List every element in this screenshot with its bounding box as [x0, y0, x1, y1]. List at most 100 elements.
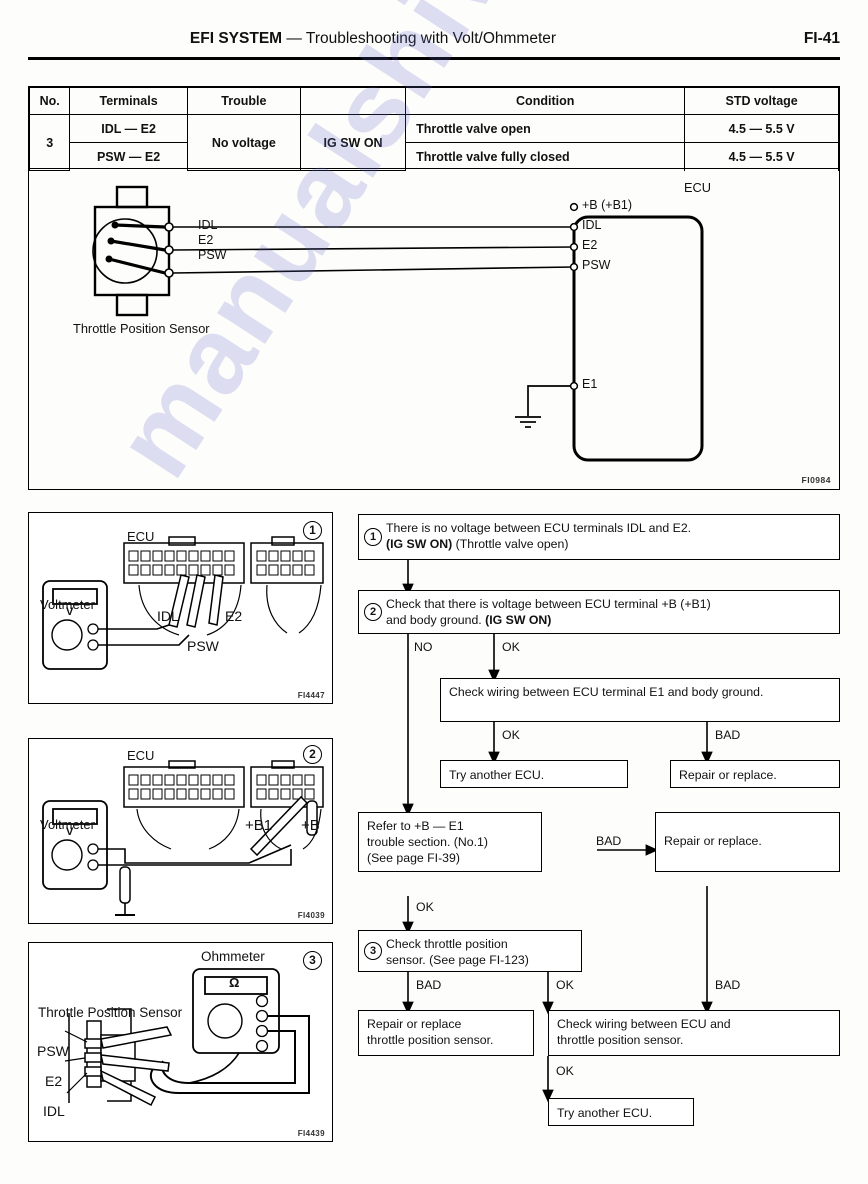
- col-blank: [299, 87, 407, 115]
- branch-label-bad-4: BAD: [715, 978, 741, 992]
- flow-refer-line3: (See page FI-39): [367, 851, 460, 866]
- illustration-box-1: 1 Voltmeter V ECU IDL PSW E2 FI4447: [28, 512, 333, 704]
- table-header-row: No. Terminals Trouble Condition STD volt…: [28, 87, 839, 115]
- illustration-3-svg: [64, 968, 310, 1107]
- page-title: EFI SYSTEM — Troubleshooting with Volt/O…: [28, 30, 718, 48]
- ohmmeter-label: Ohmmeter: [201, 949, 265, 964]
- ecu-terminal-psw: PSW: [582, 258, 611, 272]
- table-row: PSW — E2 Throttle valve fully closed 4.5…: [30, 142, 839, 171]
- ecu-terminal-e1: E1: [582, 377, 598, 391]
- flow-check-wiring-tps-line1: Check wiring between ECU and: [557, 1017, 731, 1031]
- illustration-number-3: 3: [303, 951, 322, 970]
- figure-code-3: FI4439: [297, 1129, 325, 1138]
- branch-label-bad-2: BAD: [596, 834, 622, 848]
- ecu-terminal-b: +B (+B1): [582, 198, 633, 212]
- step-number-2: 2: [364, 602, 382, 621]
- branch-label-ok-5: OK: [556, 1064, 574, 1078]
- ohmmeter-symbol: Ω: [229, 975, 240, 990]
- cell-terminals-1: IDL — E2: [69, 114, 188, 143]
- branch-label-bad-3: BAD: [416, 978, 442, 992]
- cell-std-voltage-2: 4.5 — 5.5 V: [684, 142, 839, 171]
- header-divider: [28, 57, 840, 60]
- step-number-1: 1: [364, 527, 382, 546]
- cell-trouble: No voltage: [186, 114, 301, 171]
- flow-step-2-line1: Check that there is voltage between ECU …: [386, 597, 711, 611]
- step-number-3: 3: [364, 941, 382, 960]
- connector-pin-cavities: [128, 774, 315, 800]
- connector-pin-cavities: [128, 550, 315, 576]
- ground-connection: [515, 385, 570, 428]
- wiring-diagram-panel: IDL E2 PSW Throttle Position Sensor ECU …: [28, 168, 840, 490]
- throttle-position-sensor-graphic: [92, 185, 171, 317]
- cell-terminals-2: PSW — E2: [69, 142, 188, 171]
- ecu-graphic: [572, 215, 704, 462]
- terminal-label-idl-3: IDL: [43, 1103, 65, 1119]
- col-std-voltage: STD voltage: [684, 87, 839, 115]
- flow-step-2-bold: (IG SW ON): [485, 613, 552, 628]
- spec-table: No. Terminals Trouble Condition STD volt…: [28, 86, 840, 171]
- header-subtitle: Troubleshooting with Volt/Ohmmeter: [305, 30, 557, 47]
- terminal-label-b-2: +B: [301, 817, 320, 834]
- col-trouble: Trouble: [186, 87, 301, 115]
- cell-std-voltage-1: 4.5 — 5.5 V: [684, 114, 839, 143]
- page-number: FI-41: [803, 30, 840, 47]
- flow-step-2-line2a: and body ground.: [386, 613, 486, 628]
- flow-try-another-ecu-1: Try another ECU.: [440, 760, 628, 788]
- throttle-position-sensor-label: Throttle Position Sensor: [73, 321, 210, 336]
- branch-label-ok-4: OK: [556, 978, 574, 992]
- illustration-number-1: 1: [303, 521, 322, 540]
- branch-label-ok-1: OK: [502, 640, 520, 654]
- flow-repair-or-replace-1: Repair or replace.: [670, 760, 840, 788]
- cell-switch: IG SW ON: [299, 114, 407, 171]
- flow-step-1: 1 There is no voltage between ECU termin…: [358, 514, 840, 560]
- voltmeter-graphic: [42, 800, 108, 890]
- sensor-contacts: [164, 222, 174, 278]
- branch-label-no: NO: [414, 640, 433, 654]
- flow-step-1-bold: (IG SW ON): [386, 537, 453, 552]
- flow-check-wiring-tps: Check wiring between ECU and throttle po…: [548, 1010, 840, 1056]
- col-no: No.: [28, 87, 71, 115]
- flow-refer-b-e1: Refer to +B — E1 trouble section. (No.1)…: [358, 812, 542, 872]
- ecu-label-2: ECU: [127, 748, 155, 763]
- flow-step-1-line1: There is no voltage between ECU terminal…: [386, 521, 692, 535]
- ground-probe: [115, 866, 135, 916]
- terminal-label-psw-1: PSW: [187, 638, 219, 654]
- sensor-terminal-e2: E2: [198, 233, 214, 247]
- header-system: EFI SYSTEM: [189, 30, 283, 47]
- illustration-number-2: 2: [303, 745, 322, 764]
- ecu-label: ECU: [684, 180, 712, 195]
- figure-code-2: FI4039: [297, 911, 325, 920]
- flow-check-wiring-tps-line2: throttle position sensor.: [557, 1033, 684, 1048]
- cell-condition-1: Throttle valve open: [405, 114, 686, 143]
- test-leads: [98, 624, 190, 646]
- flow-try-another-ecu-2: Try another ECU.: [548, 1098, 694, 1126]
- branch-label-ok-3: OK: [416, 900, 434, 914]
- branch-label-ok-2: OK: [502, 728, 520, 742]
- troubleshooting-flowchart: 1 There is no voltage between ECU termin…: [352, 508, 846, 1148]
- branch-label-bad-1: BAD: [715, 728, 741, 742]
- ecu-terminal-idl: IDL: [582, 218, 602, 232]
- terminal-label-b1-2: +B1: [245, 817, 273, 834]
- flow-step-3-line1: Check throttle position: [386, 937, 508, 951]
- figure-code: FI0984: [801, 475, 831, 485]
- voltmeter-symbol-1: V: [66, 606, 74, 618]
- voltmeter-graphic: [42, 580, 108, 670]
- flow-step-1-tail: (Throttle valve open): [452, 537, 569, 552]
- sensor-terminal-idl: IDL: [198, 218, 218, 232]
- harness-wires: [172, 226, 575, 274]
- illustration-box-2: 2 Voltmeter V ECU +B1 +B FI4039: [28, 738, 333, 924]
- flow-step-3-line2: sensor. (See page FI-123): [386, 953, 529, 968]
- flow-refer-line2: trouble section. (No.1): [367, 835, 488, 850]
- sensor-terminal-psw: PSW: [198, 248, 227, 262]
- col-terminals: Terminals: [69, 87, 188, 115]
- cell-no: 3: [28, 114, 71, 171]
- terminal-label-idl-1: IDL: [157, 608, 179, 624]
- flow-check-e1: Check wiring between ECU terminal E1 and…: [440, 678, 840, 722]
- flow-step-3: 3 Check throttle position sensor. (See p…: [358, 930, 582, 972]
- flow-step-2: 2 Check that there is voltage between EC…: [358, 590, 840, 634]
- voltmeter-symbol-2: V: [66, 826, 74, 838]
- ecu-label-1: ECU: [127, 529, 155, 544]
- cell-condition-2: Throttle valve fully closed: [405, 142, 686, 171]
- ecu-terminal-e2: E2: [582, 238, 598, 252]
- table-row: 3 IDL — E2 No voltage IG SW ON Throttle …: [28, 114, 839, 171]
